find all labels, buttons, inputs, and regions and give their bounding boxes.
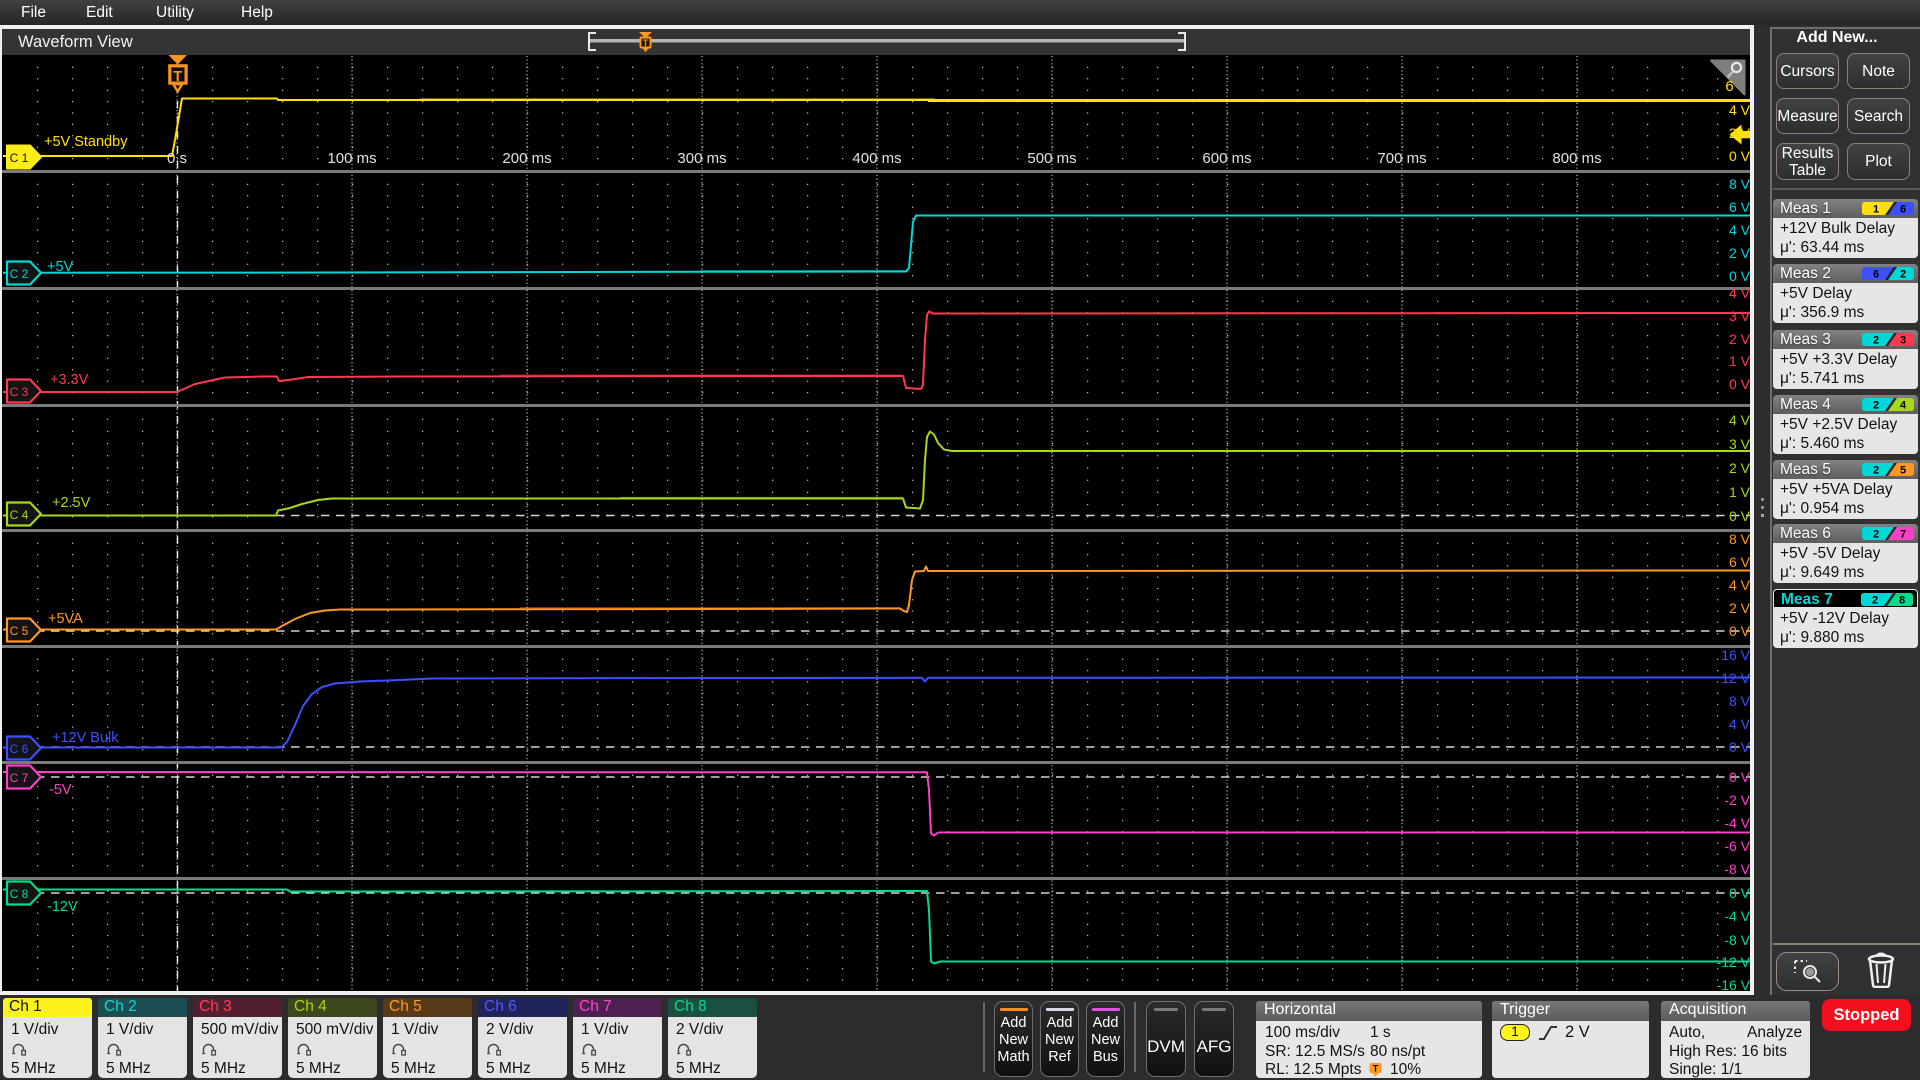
- svg-text:0 V: 0 V: [1729, 739, 1750, 755]
- svg-text:5: 5: [1900, 465, 1906, 477]
- svg-text:6: 6: [1900, 204, 1906, 216]
- svg-text:1: 1: [1873, 204, 1879, 216]
- svg-text:3 V: 3 V: [1729, 436, 1750, 452]
- svg-text:500 ms: 500 ms: [1027, 150, 1076, 167]
- svg-text:+2.5V: +2.5V: [52, 495, 91, 511]
- svg-text:0 s: 0 s: [167, 150, 187, 167]
- svg-text:T: T: [1373, 1064, 1379, 1074]
- svg-text:4 V: 4 V: [1729, 222, 1750, 238]
- svg-text:800 ms: 800 ms: [1552, 150, 1601, 167]
- svg-text:+5V: +5V: [47, 259, 74, 275]
- svg-text:-4 V: -4 V: [1724, 815, 1750, 831]
- svg-text:300 ms: 300 ms: [677, 150, 726, 167]
- svg-text:6 V: 6 V: [1729, 199, 1750, 215]
- svg-text:T: T: [173, 69, 182, 85]
- svg-text:+3.3V: +3.3V: [50, 372, 89, 388]
- svg-text:2: 2: [1873, 465, 1879, 477]
- svg-text:3 V: 3 V: [1729, 308, 1750, 324]
- svg-text:2: 2: [1873, 400, 1879, 412]
- svg-text:0 V: 0 V: [1729, 376, 1750, 392]
- svg-text:+5VA: +5VA: [48, 611, 83, 627]
- svg-text:6: 6: [1873, 269, 1879, 281]
- svg-text:+5V Standby: +5V Standby: [44, 134, 128, 150]
- svg-text:2: 2: [1873, 529, 1879, 541]
- svg-text:2 V: 2 V: [1729, 460, 1750, 476]
- svg-text:4 V: 4 V: [1729, 285, 1750, 301]
- svg-text:-5V: -5V: [49, 782, 72, 798]
- svg-text:6 V: 6 V: [1729, 554, 1750, 570]
- svg-text:0 V: 0 V: [1729, 148, 1750, 164]
- svg-text:8 V: 8 V: [1729, 531, 1750, 547]
- svg-text:0 V: 0 V: [1729, 885, 1750, 901]
- svg-text:200 ms: 200 ms: [502, 150, 551, 167]
- svg-text:T: T: [643, 38, 649, 48]
- svg-text:-6 V: -6 V: [1724, 838, 1750, 854]
- svg-text:2: 2: [1900, 269, 1906, 281]
- svg-text:3: 3: [1900, 335, 1906, 347]
- svg-text:1 V: 1 V: [1729, 484, 1750, 500]
- svg-text:0 V: 0 V: [1729, 769, 1750, 785]
- svg-text:-12 V: -12 V: [1717, 954, 1750, 970]
- svg-text:0 V: 0 V: [1729, 508, 1750, 524]
- svg-text:C 8: C 8: [10, 887, 29, 901]
- svg-text:2 V: 2 V: [1729, 600, 1750, 616]
- svg-text:0 V: 0 V: [1729, 268, 1750, 284]
- svg-text:400 ms: 400 ms: [852, 150, 901, 167]
- svg-text:100 ms: 100 ms: [327, 150, 376, 167]
- svg-text:2 V: 2 V: [1729, 331, 1750, 347]
- svg-text:7: 7: [1900, 529, 1906, 541]
- svg-text:700 ms: 700 ms: [1377, 150, 1426, 167]
- svg-text:6: 6: [1725, 78, 1733, 95]
- svg-text:C 3: C 3: [10, 385, 29, 399]
- svg-text:-8 V: -8 V: [1724, 932, 1750, 948]
- svg-text:8 V: 8 V: [1729, 176, 1750, 192]
- svg-text:C 7: C 7: [10, 771, 29, 785]
- svg-text:2 V: 2 V: [1729, 245, 1750, 261]
- svg-text:C 4: C 4: [10, 508, 29, 522]
- svg-text:600 ms: 600 ms: [1202, 150, 1251, 167]
- svg-text:C 1: C 1: [10, 151, 29, 165]
- svg-text:-12V: -12V: [47, 899, 78, 915]
- svg-text:1 V: 1 V: [1729, 353, 1750, 369]
- svg-text:4 V: 4 V: [1729, 102, 1750, 118]
- svg-text:-2 V: -2 V: [1724, 792, 1750, 808]
- svg-text:C 2: C 2: [10, 267, 29, 281]
- svg-text:2: 2: [1872, 595, 1878, 607]
- svg-text:4 V: 4 V: [1729, 412, 1750, 428]
- svg-text:C 6: C 6: [10, 742, 29, 756]
- svg-text:+12V Bulk: +12V Bulk: [52, 730, 119, 746]
- svg-text:16 V: 16 V: [1721, 647, 1750, 663]
- svg-text:-8 V: -8 V: [1724, 861, 1750, 877]
- svg-text:4: 4: [1900, 400, 1907, 412]
- svg-text:0 V: 0 V: [1729, 623, 1750, 639]
- svg-text:-16 V: -16 V: [1717, 977, 1750, 991]
- svg-text:-4 V: -4 V: [1724, 908, 1750, 924]
- svg-text:8: 8: [1899, 595, 1905, 607]
- svg-text:2: 2: [1873, 335, 1879, 347]
- svg-text:8 V: 8 V: [1729, 693, 1750, 709]
- svg-text:C 5: C 5: [10, 624, 29, 638]
- svg-text:12 V: 12 V: [1721, 670, 1750, 686]
- svg-text:4 V: 4 V: [1729, 716, 1750, 732]
- svg-text:4 V: 4 V: [1729, 577, 1750, 593]
